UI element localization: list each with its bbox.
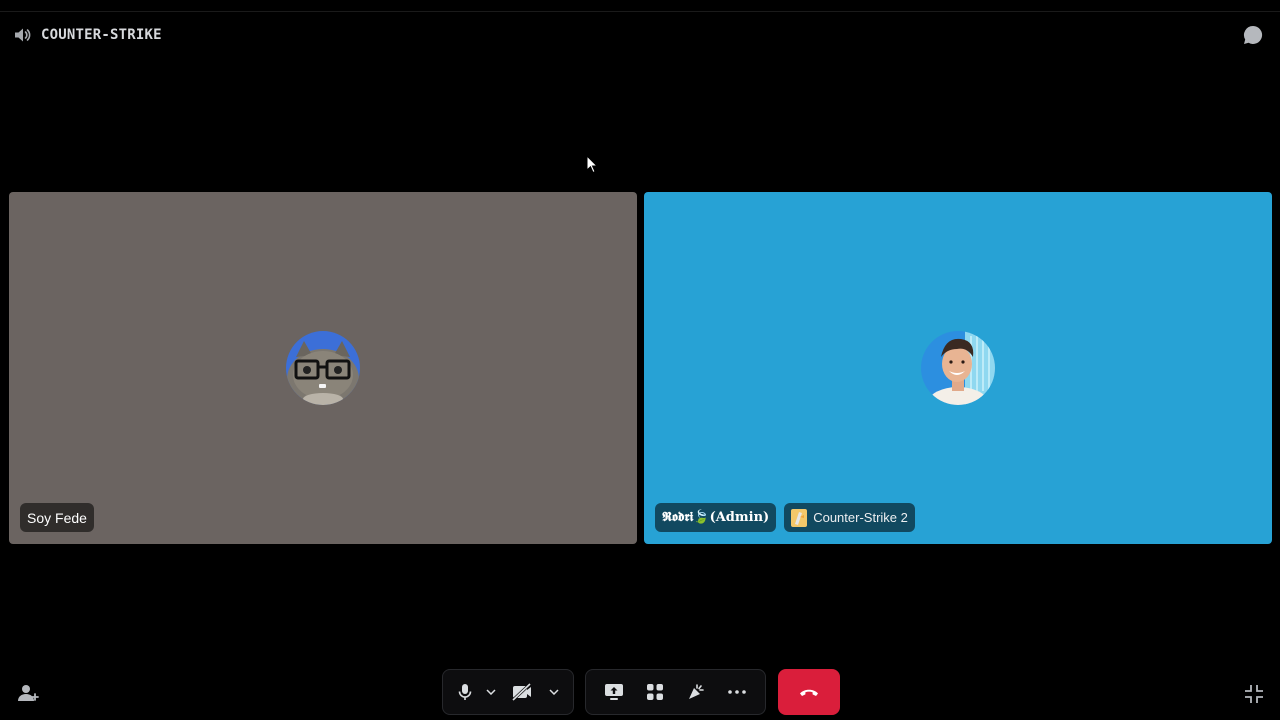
exit-fullscreen-icon[interactable] [1242,682,1266,706]
nametag-row: Soy Fede [20,503,94,532]
audio-video-controls [442,669,574,715]
cat-with-glasses-avatar [286,331,360,405]
mic-options-chevron-icon[interactable] [480,674,501,710]
counter-strike-game-icon [791,508,808,527]
participant-name: Soy Fede [20,503,94,532]
participant-tile-rodri[interactable]: 𝕽𝖔𝖉𝖗𝖎🍃(Admin) Counter-Strike 2 [644,192,1272,544]
hang-up-button[interactable] [778,669,840,715]
participant-name: 𝕽𝖔𝖉𝖗𝖎🍃(Admin) [655,503,777,532]
microphone-icon[interactable] [451,674,480,710]
more-options-icon[interactable] [719,674,755,710]
activity-badge[interactable]: Counter-Strike 2 [784,503,915,532]
channel-header: COUNTER-STRIKE [14,24,162,46]
mouse-cursor-icon [586,155,598,174]
smiling-man-avatar [921,331,995,405]
channel-name: COUNTER-STRIKE [41,27,162,43]
chat-bubble-icon[interactable] [1241,23,1265,47]
voice-channel-stage: COUNTER-STRIKE Soy Fede 𝕽𝖔𝖉𝖗𝖎🍃(Admin) Co… [0,0,1280,720]
speaker-icon [14,27,32,43]
soundboard-icon[interactable] [678,674,714,710]
screen-share-icon[interactable] [596,674,632,710]
activities-icon[interactable] [637,674,673,710]
participant-tile-soy-fede[interactable]: Soy Fede [9,192,637,544]
camera-options-chevron-icon[interactable] [544,674,565,710]
activity-controls [585,669,766,715]
nametag-row: 𝕽𝖔𝖉𝖗𝖎🍃(Admin) Counter-Strike 2 [655,503,915,532]
camera-off-icon[interactable] [501,674,544,710]
top-divider [0,11,1280,12]
hang-up-icon [800,689,818,696]
activity-name: Counter-Strike 2 [813,510,908,525]
add-friend-icon[interactable] [16,681,40,705]
